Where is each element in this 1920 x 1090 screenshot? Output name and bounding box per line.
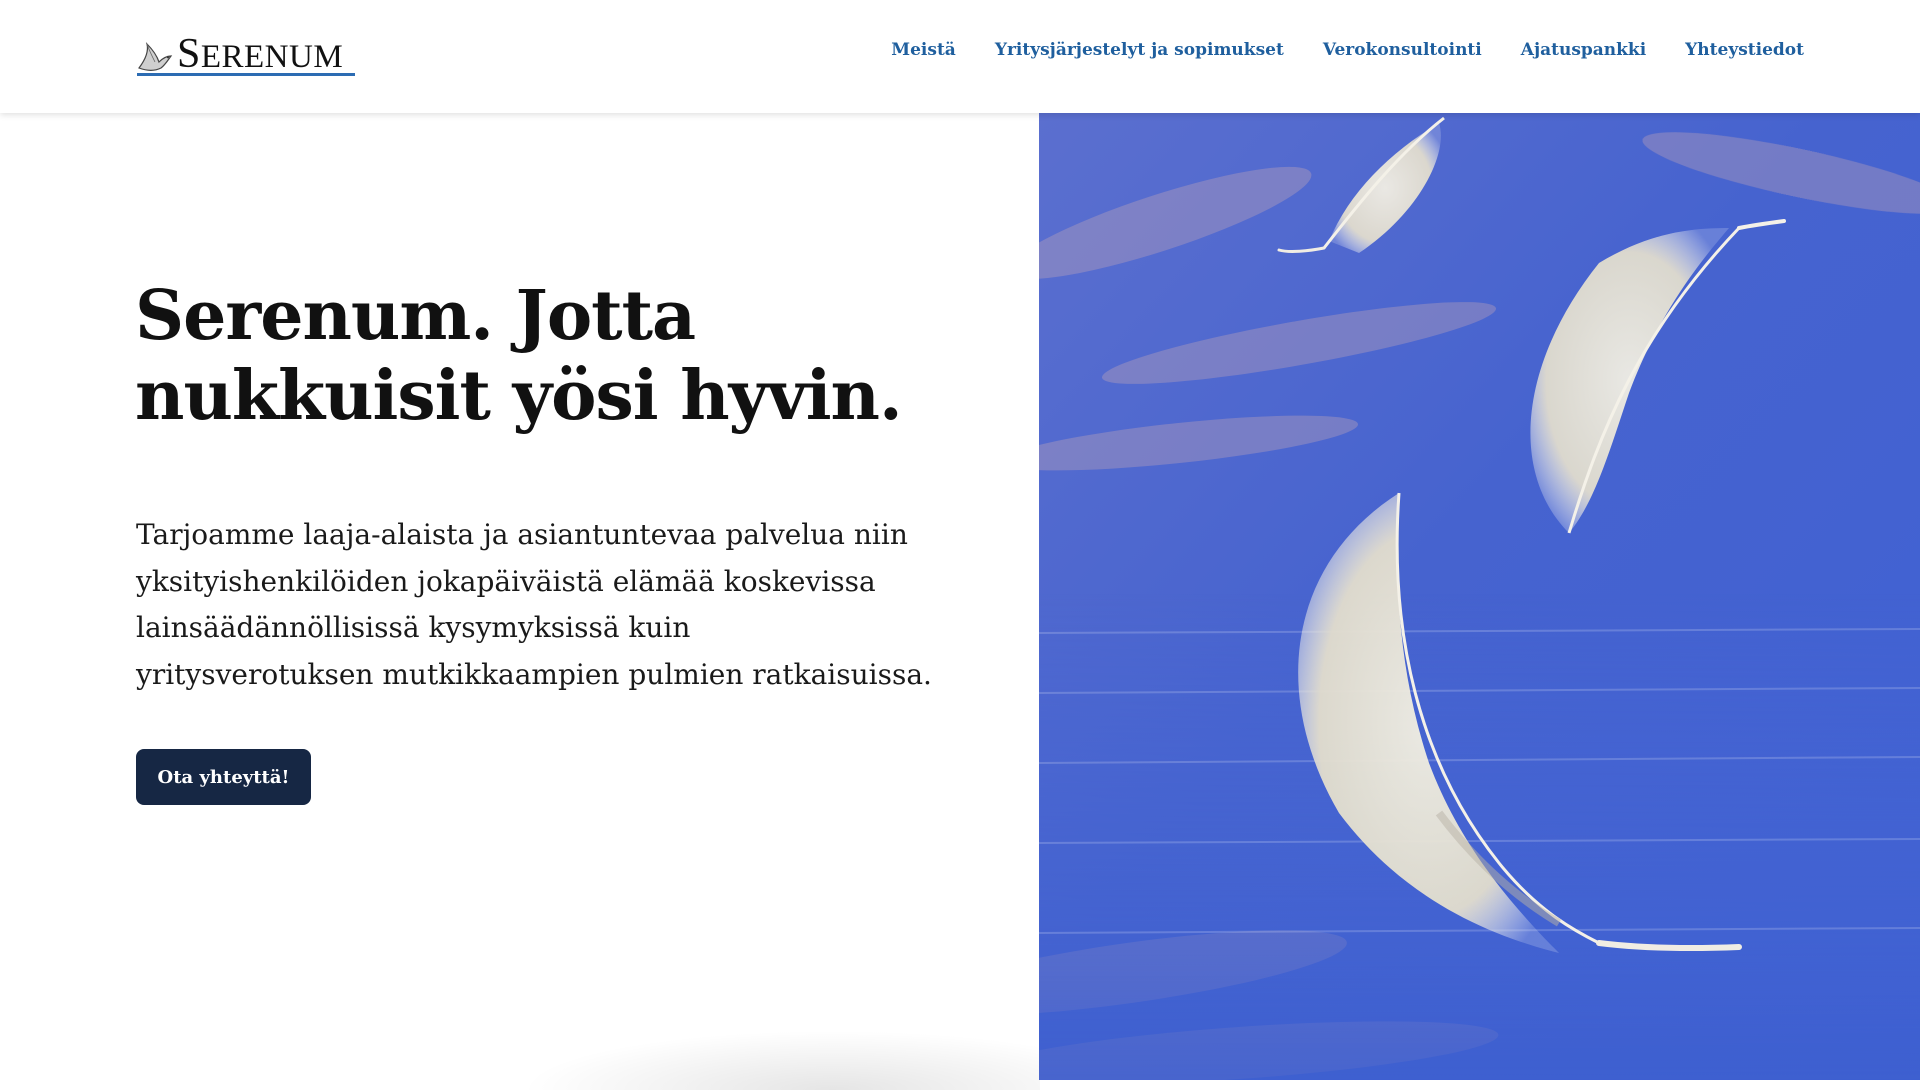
site-header: SERENUM Meistä Yritysjärjestelyt ja sopi… — [0, 0, 1920, 113]
logo-wordmark: SERENUM — [177, 31, 344, 77]
contact-cta-button[interactable]: Ota yhteyttä! — [136, 749, 311, 805]
nav-link-yhteystiedot[interactable]: Yhteystiedot — [1685, 40, 1804, 60]
feathers-illustration — [1039, 113, 1920, 1080]
dove-icon — [138, 42, 173, 71]
hero-headline: Serenum. Jotta nukkuisit yösi hyvin. — [135, 276, 955, 436]
hero-headline-line-2: nukkuisit yösi hyvin. — [135, 356, 903, 436]
site-logo[interactable]: SERENUM — [135, 26, 357, 78]
main-nav: Meistä Yritysjärjestelyt ja sopimukset V… — [891, 40, 1804, 60]
nav-link-yritysjarjestelyt[interactable]: Yritysjärjestelyt ja sopimukset — [995, 40, 1284, 60]
hero-intro-text: Tarjoamme laaja-alaista ja asiantuntevaa… — [136, 518, 932, 691]
logo-underline — [137, 73, 355, 76]
nav-link-ajatuspankki[interactable]: Ajatuspankki — [1521, 40, 1646, 60]
section-shadow — [520, 1030, 1040, 1090]
nav-link-verokonsultointi[interactable]: Verokonsultointi — [1323, 40, 1482, 60]
nav-link-meista[interactable]: Meistä — [891, 40, 956, 60]
hero-headline-line-1: Serenum. Jotta — [135, 276, 696, 356]
hero-image-feathers — [1039, 113, 1920, 1080]
